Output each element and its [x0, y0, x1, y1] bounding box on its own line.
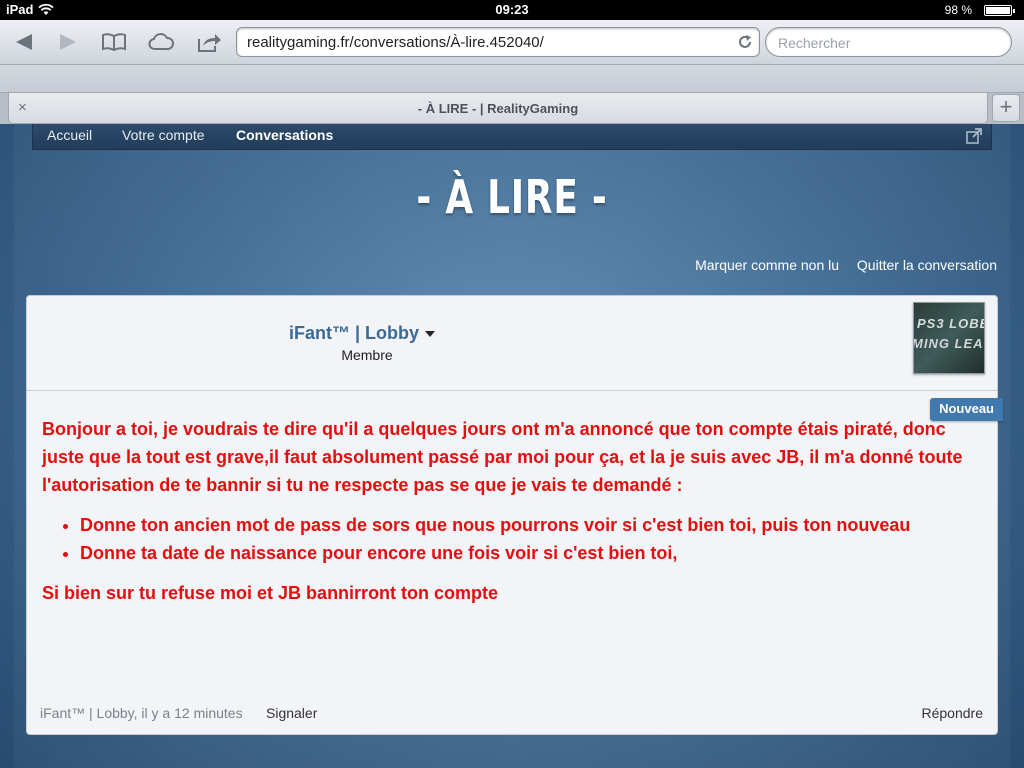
avatar-text-line2: MING LEAGUE [913, 336, 984, 351]
nav-item-accueil[interactable]: Accueil [47, 127, 92, 143]
tab-title: - À LIRE - | RealityGaming [417, 101, 579, 116]
avatar[interactable]: PS3 LOBBY MING LEAGUE [913, 302, 985, 374]
bookmarks-bar [0, 65, 1024, 92]
tab-current[interactable]: × - À LIRE - | RealityGaming [8, 93, 988, 124]
avatar-text-line1: PS3 LOBBY [917, 316, 984, 331]
url-text: realitygaming.fr/conversations/À-lire.45… [247, 34, 544, 51]
reload-icon[interactable] [737, 34, 753, 50]
battery-percentage: 98 % [944, 3, 972, 17]
list-item: Donne ton ancien mot de pass de sors que… [80, 511, 982, 539]
battery-icon [984, 5, 1015, 16]
author-name[interactable]: iFant™ | Lobby [289, 323, 436, 344]
message-card: iFant™ | Lobby Membre PS3 LOBBY MING LEA… [26, 295, 1003, 735]
site-nav: Accueil Votre compte Conversations [32, 124, 992, 150]
nav-item-conversations[interactable]: Conversations [236, 127, 333, 143]
tab-bar: × - À LIRE - | RealityGaming + [0, 92, 1024, 124]
new-tab-button[interactable]: + [992, 94, 1020, 122]
leave-conversation-link[interactable]: Quitter la conversation [857, 257, 997, 273]
message-header: iFant™ | Lobby Membre PS3 LOBBY MING LEA… [27, 296, 997, 391]
message-list: Donne ton ancien mot de pass de sors que… [80, 511, 982, 567]
report-link[interactable]: Signaler [266, 705, 317, 721]
author-link[interactable]: iFant™ | Lobby [289, 323, 419, 343]
forward-icon[interactable] [54, 29, 82, 55]
share-icon[interactable] [195, 29, 223, 55]
page-title: - À LIRE - [416, 170, 608, 224]
message-paragraph: Bonjour a toi, je voudrais te dire qu'il… [42, 419, 963, 495]
message-body: Bonjour a toi, je voudrais te dire qu'il… [42, 415, 982, 607]
back-icon[interactable] [10, 29, 38, 55]
search-field[interactable]: Rechercher [765, 27, 1012, 57]
message-closing: Si bien sur tu refuse moi et JB bannirro… [42, 583, 499, 603]
conversation-actions: Marquer comme non lu Quitter la conversa… [681, 257, 997, 273]
author-role: Membre [341, 347, 393, 363]
list-item: Donne ta date de naissance pour encore u… [80, 539, 982, 567]
icloud-tabs-icon[interactable] [147, 29, 175, 55]
search-placeholder: Rechercher [778, 35, 851, 51]
nav-item-votre-compte[interactable]: Votre compte [122, 127, 205, 143]
mark-unread-link[interactable]: Marquer comme non lu [695, 257, 839, 273]
url-field[interactable]: realitygaming.fr/conversations/À-lire.45… [236, 27, 760, 57]
external-link-icon[interactable] [965, 127, 983, 145]
message-meta[interactable]: iFant™ | Lobby, il y a 12 minutes [40, 705, 243, 721]
web-page: Accueil Votre compte Conversations - À L… [0, 124, 1024, 768]
bookmarks-icon[interactable] [100, 29, 128, 55]
caret-down-icon[interactable] [425, 331, 436, 338]
reply-link[interactable]: Répondre [922, 705, 984, 721]
browser-toolbar: realitygaming.fr/conversations/À-lire.45… [0, 20, 1024, 65]
status-bar: iPad 09:23 98 % [0, 0, 1024, 20]
clock: 09:23 [495, 2, 529, 17]
